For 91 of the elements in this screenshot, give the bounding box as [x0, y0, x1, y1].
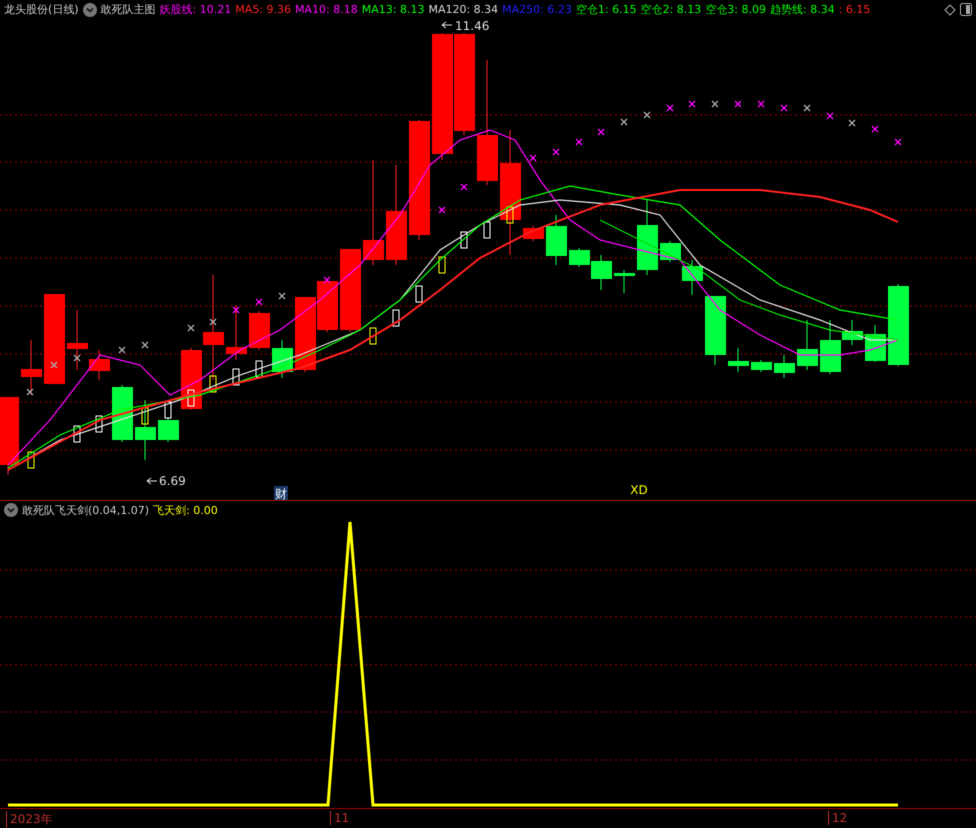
legend-value: 空仓1: 6.15 [576, 2, 637, 18]
cross-marker [278, 292, 286, 300]
legend-value: 趋势线: 8.34 [770, 2, 835, 18]
hollow-marker [416, 285, 422, 302]
cross-marker [460, 183, 468, 190]
cross-marker [232, 306, 240, 314]
time-axis-label: 2023年 [6, 811, 53, 828]
stock-title: 龙头股份(日线) [4, 2, 79, 18]
candlestick [774, 354, 795, 378]
hollow-marker [96, 415, 102, 432]
cross-marker [803, 104, 811, 112]
cross-marker [826, 112, 834, 120]
event-marker-background [274, 486, 288, 500]
cross-marker [141, 341, 149, 348]
panel-toggle-icon[interactable] [960, 3, 972, 16]
dropdown-icon[interactable] [82, 2, 97, 17]
candlestick [112, 384, 133, 442]
candlestick [21, 339, 42, 396]
cross-marker [187, 324, 195, 332]
candlestick [135, 399, 156, 460]
cross-marker [848, 119, 856, 126]
candlestick [751, 359, 772, 372]
legend-value: : 6.15 [838, 3, 870, 16]
low-pointer-icon [146, 477, 158, 484]
cross-marker [438, 206, 446, 214]
legend-value: 空仓2: 8.13 [640, 2, 702, 18]
hollow-marker [142, 407, 148, 424]
cross-marker [50, 361, 58, 368]
candlestick [226, 304, 247, 360]
indicator-title: 敢死队主图 [100, 2, 156, 18]
cross-marker [871, 125, 879, 132]
candlestick [865, 324, 886, 362]
hollow-marker [256, 360, 262, 378]
candlestick [728, 347, 749, 372]
cross-marker [894, 138, 902, 146]
hollow-marker [460, 231, 468, 248]
hollow-marker [164, 401, 172, 418]
hollow-marker [370, 327, 376, 344]
cross-marker [597, 128, 605, 136]
candlestick [272, 339, 293, 378]
hollow-marker [392, 309, 400, 326]
cross-marker [255, 298, 263, 306]
hollow-marker [210, 375, 216, 392]
cross-marker [323, 276, 331, 284]
cross-marker [711, 100, 719, 108]
legend-value: MA13: 8.13 [362, 3, 424, 16]
legend-value: MA120: 8.34 [428, 3, 498, 16]
hollow-marker [188, 389, 194, 406]
diamond-icon[interactable] [944, 4, 956, 16]
cross-marker [620, 118, 628, 126]
dropdown-icon[interactable] [4, 503, 18, 518]
event-marker[interactable]: 财 [275, 486, 287, 500]
candlestick [705, 295, 726, 366]
cross-marker [666, 104, 674, 112]
hollow-marker [484, 221, 490, 238]
candlestick [249, 310, 270, 350]
candlestick [158, 417, 179, 442]
candlestick [546, 214, 567, 266]
hollow-marker [232, 368, 240, 386]
cross-marker [209, 318, 217, 326]
cross-marker [757, 100, 765, 108]
cross-marker [575, 138, 583, 146]
low-price-label: 6.69 [159, 474, 186, 488]
cross-marker [734, 100, 742, 108]
hollow-marker [506, 206, 514, 224]
cross-marker [643, 111, 651, 118]
cross-marker [688, 100, 696, 108]
high-price-label: 11.46 [455, 20, 490, 33]
legend-value: 飞天剑: 0.00 [153, 502, 218, 518]
legend-value: MA5: 9.36 [235, 3, 292, 16]
cross-marker [552, 148, 560, 156]
high-pointer-icon [442, 21, 452, 28]
candlestick [797, 319, 818, 370]
time-axis-label: 11 [330, 811, 350, 826]
cross-marker [73, 354, 81, 362]
candlestick [614, 269, 635, 294]
indicator-title: 敢死队飞天剑(0.04,1.07) [22, 502, 150, 518]
cross-marker [118, 346, 126, 354]
candlestick [523, 225, 544, 242]
time-axis-label: 12 [828, 811, 848, 826]
cross-marker [26, 388, 34, 396]
legend-value: MA250: 6.23 [502, 3, 572, 16]
hollow-marker [438, 256, 446, 274]
hollow-marker [74, 425, 80, 442]
event-marker[interactable]: XD [630, 482, 648, 497]
cross-marker [780, 104, 788, 112]
legend-value: 空仓3: 8.09 [705, 2, 766, 18]
legend-value: 妖股线: 10.21 [160, 2, 232, 18]
hollow-marker [28, 451, 34, 468]
cross-marker [529, 154, 537, 162]
legend-value: MA10: 8.18 [295, 3, 358, 16]
